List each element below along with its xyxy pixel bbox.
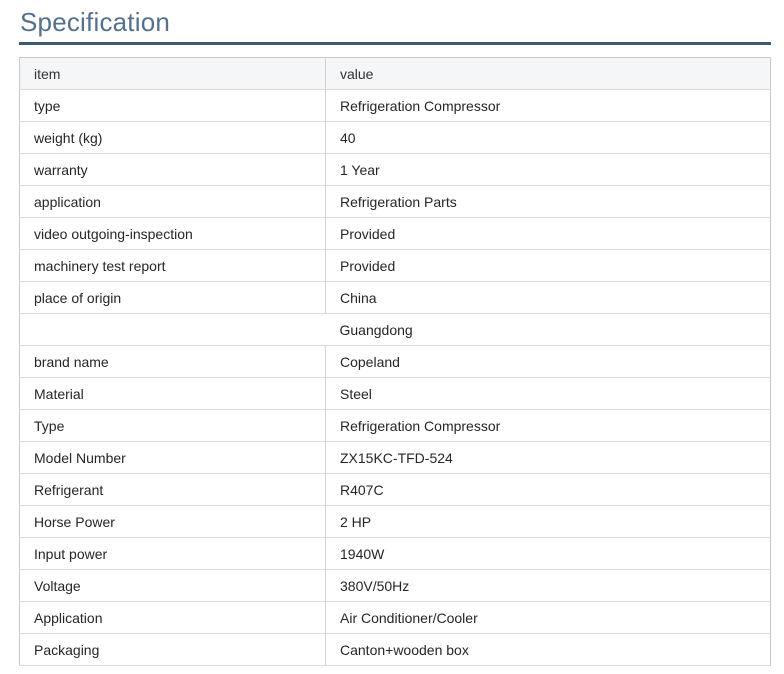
value-cell: ZX15KC-TFD-524 bbox=[325, 441, 771, 474]
item-cell: Model Number bbox=[19, 441, 326, 474]
table-row: application Refrigeration Parts bbox=[19, 185, 771, 218]
table-row: Refrigerant R407C bbox=[19, 473, 771, 506]
table-head: item value bbox=[19, 57, 771, 90]
item-cell: Voltage bbox=[19, 569, 326, 602]
value-cell: Canton+wooden box bbox=[325, 633, 771, 666]
table-row: Material Steel bbox=[19, 377, 771, 410]
specification-table: item value type Refrigeration Compressor… bbox=[19, 57, 771, 666]
item-cell: warranty bbox=[19, 153, 326, 186]
table-row: Type Refrigeration Compressor bbox=[19, 409, 771, 442]
value-cell: Guangdong bbox=[325, 313, 771, 346]
value-cell: Air Conditioner/Cooler bbox=[325, 601, 771, 634]
value-cell: Refrigeration Compressor bbox=[325, 89, 771, 122]
table-row: place of origin China bbox=[19, 281, 771, 314]
item-cell: Application bbox=[19, 601, 326, 634]
table-row: brand name Copeland bbox=[19, 345, 771, 378]
table-row: weight (kg) 40 bbox=[19, 121, 771, 154]
table-row: video outgoing-inspection Provided bbox=[19, 217, 771, 250]
value-cell: Steel bbox=[325, 377, 771, 410]
item-cell: type bbox=[19, 89, 326, 122]
table-row: Input power 1940W bbox=[19, 537, 771, 570]
item-cell: application bbox=[19, 185, 326, 218]
value-cell: 380V/50Hz bbox=[325, 569, 771, 602]
item-cell: Type bbox=[19, 409, 326, 442]
item-cell: Packaging bbox=[19, 633, 326, 666]
item-cell: Material bbox=[19, 377, 326, 410]
table-row: Guangdong bbox=[19, 313, 771, 346]
value-cell: 1 Year bbox=[325, 153, 771, 186]
table-row: Model Number ZX15KC-TFD-524 bbox=[19, 441, 771, 474]
specification-section: Specification item value type Refrigerat… bbox=[0, 0, 784, 666]
table-row: warranty 1 Year bbox=[19, 153, 771, 186]
item-cell: machinery test report bbox=[19, 249, 326, 282]
item-cell: Input power bbox=[19, 537, 326, 570]
value-cell: Refrigeration Parts bbox=[325, 185, 771, 218]
page-title: Specification bbox=[20, 7, 171, 37]
table-row: Horse Power 2 HP bbox=[19, 505, 771, 538]
item-cell: Horse Power bbox=[19, 505, 326, 538]
value-cell: 1940W bbox=[325, 537, 771, 570]
value-cell: 2 HP bbox=[325, 505, 771, 538]
table-header-row: item value bbox=[19, 57, 771, 90]
table-row: Voltage 380V/50Hz bbox=[19, 569, 771, 602]
item-cell: video outgoing-inspection bbox=[19, 217, 326, 250]
column-header-value: value bbox=[325, 57, 771, 90]
table-row: type Refrigeration Compressor bbox=[19, 89, 771, 122]
table-body: type Refrigeration Compressor weight (kg… bbox=[19, 89, 771, 666]
value-cell: China bbox=[325, 281, 771, 314]
value-cell: Provided bbox=[325, 217, 771, 250]
value-cell: Copeland bbox=[325, 345, 771, 378]
item-cell: Refrigerant bbox=[19, 473, 326, 506]
column-header-item: item bbox=[19, 57, 326, 90]
table-row: Application Air Conditioner/Cooler bbox=[19, 601, 771, 634]
item-cell: brand name bbox=[19, 345, 326, 378]
value-cell: R407C bbox=[325, 473, 771, 506]
value-cell: Refrigeration Compressor bbox=[325, 409, 771, 442]
value-cell: Provided bbox=[325, 249, 771, 282]
title-divider bbox=[19, 42, 771, 45]
value-cell: 40 bbox=[325, 121, 771, 154]
item-cell bbox=[19, 313, 326, 346]
table-row: machinery test report Provided bbox=[19, 249, 771, 282]
item-cell: weight (kg) bbox=[19, 121, 326, 154]
item-cell: place of origin bbox=[19, 281, 326, 314]
table-row: Packaging Canton+wooden box bbox=[19, 633, 771, 666]
